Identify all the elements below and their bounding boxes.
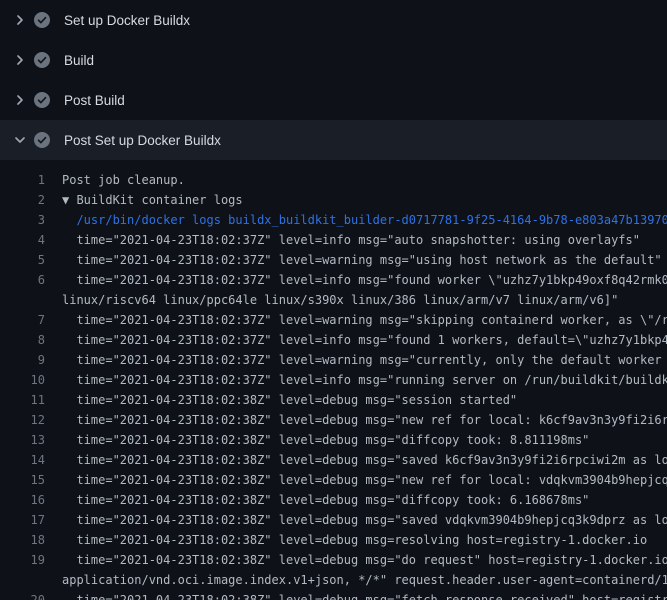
log-line-text: time="2021-04-23T18:02:38Z" level=debug … bbox=[62, 470, 667, 490]
log-line-number[interactable]: 13 bbox=[0, 430, 45, 450]
log-line-number[interactable]: 1 bbox=[0, 170, 45, 190]
log-line-text: time="2021-04-23T18:02:37Z" level=info m… bbox=[62, 230, 640, 250]
log-line-number[interactable]: 12 bbox=[0, 410, 45, 430]
log-line: 15 time="2021-04-23T18:02:38Z" level=deb… bbox=[0, 470, 667, 490]
step-title: Post Build bbox=[64, 93, 125, 108]
log-line: 19 time="2021-04-23T18:02:38Z" level=deb… bbox=[0, 550, 667, 570]
step-title: Build bbox=[64, 53, 94, 68]
check-circle-icon bbox=[34, 12, 50, 28]
log-line: 10 time="2021-04-23T18:02:37Z" level=inf… bbox=[0, 370, 667, 390]
step-section-build[interactable]: Build bbox=[0, 40, 667, 80]
check-circle-icon bbox=[34, 52, 50, 68]
log-line-number[interactable]: 4 bbox=[0, 230, 45, 250]
log-line: 3 /usr/bin/docker logs buildx_buildkit_b… bbox=[0, 210, 667, 230]
log-line: 14 time="2021-04-23T18:02:38Z" level=deb… bbox=[0, 450, 667, 470]
chevron-right-icon[interactable] bbox=[12, 52, 28, 68]
log-line-text: time="2021-04-23T18:02:38Z" level=debug … bbox=[62, 410, 667, 430]
log-line-text: linux/riscv64 linux/ppc64le linux/s390x … bbox=[62, 290, 618, 310]
log-line-text: time="2021-04-23T18:02:38Z" level=debug … bbox=[62, 390, 517, 410]
log-line: 9 time="2021-04-23T18:02:37Z" level=warn… bbox=[0, 350, 667, 370]
log-line-text: time="2021-04-23T18:02:37Z" level=info m… bbox=[62, 270, 667, 290]
chevron-right-icon[interactable] bbox=[12, 92, 28, 108]
log-line-number[interactable]: 3 bbox=[0, 210, 45, 230]
log-line-number[interactable]: 18 bbox=[0, 530, 45, 550]
log-line-number[interactable]: 6 bbox=[0, 270, 45, 290]
step-title: Post Set up Docker Buildx bbox=[64, 133, 221, 148]
log-line-text: time="2021-04-23T18:02:38Z" level=debug … bbox=[62, 450, 667, 470]
log-line-text: time="2021-04-23T18:02:37Z" level=warnin… bbox=[62, 310, 667, 330]
step-title: Set up Docker Buildx bbox=[64, 13, 190, 28]
log-line-number[interactable]: 14 bbox=[0, 450, 45, 470]
log-line-number[interactable]: 10 bbox=[0, 370, 45, 390]
log-line-number[interactable] bbox=[0, 570, 45, 590]
check-circle-icon bbox=[34, 132, 50, 148]
log-line: 1 Post job cleanup. bbox=[0, 170, 667, 190]
log-line: 6 time="2021-04-23T18:02:37Z" level=info… bbox=[0, 270, 667, 290]
log-command-text: /usr/bin/docker logs buildx_buildkit_bui… bbox=[62, 210, 667, 230]
log-line-text[interactable]: ▼ BuildKit container logs bbox=[62, 190, 243, 210]
log-line-number[interactable]: 9 bbox=[0, 350, 45, 370]
log-line-text: time="2021-04-23T18:02:37Z" level=warnin… bbox=[62, 350, 667, 370]
log-line-number[interactable]: 19 bbox=[0, 550, 45, 570]
log-line: linux/riscv64 linux/ppc64le linux/s390x … bbox=[0, 290, 667, 310]
chevron-right-icon[interactable] bbox=[12, 12, 28, 28]
log-line-text: time="2021-04-23T18:02:37Z" level=warnin… bbox=[62, 250, 662, 270]
log-line: 5 time="2021-04-23T18:02:37Z" level=warn… bbox=[0, 250, 667, 270]
chevron-down-icon[interactable] bbox=[12, 132, 28, 148]
log-line-number[interactable]: 11 bbox=[0, 390, 45, 410]
log-line: 4 time="2021-04-23T18:02:37Z" level=info… bbox=[0, 230, 667, 250]
log-line: 16 time="2021-04-23T18:02:38Z" level=deb… bbox=[0, 490, 667, 510]
log-line-number[interactable]: 20 bbox=[0, 590, 45, 600]
log-line-number[interactable]: 15 bbox=[0, 470, 45, 490]
log-line: 18 time="2021-04-23T18:02:38Z" level=deb… bbox=[0, 530, 667, 550]
log-line: 13 time="2021-04-23T18:02:38Z" level=deb… bbox=[0, 430, 667, 450]
log-line-number[interactable]: 7 bbox=[0, 310, 45, 330]
step-section-post-set-up-docker-buildx[interactable]: Post Set up Docker Buildx bbox=[0, 120, 667, 160]
log-content: 1 Post job cleanup. 2 ▼ BuildKit contain… bbox=[0, 160, 667, 600]
step-section-post-build[interactable]: Post Build bbox=[0, 80, 667, 120]
log-line-number[interactable]: 16 bbox=[0, 490, 45, 510]
log-line: 12 time="2021-04-23T18:02:38Z" level=deb… bbox=[0, 410, 667, 430]
log-line-text: time="2021-04-23T18:02:37Z" level=info m… bbox=[62, 370, 667, 390]
log-line: 7 time="2021-04-23T18:02:37Z" level=warn… bbox=[0, 310, 667, 330]
log-line: 8 time="2021-04-23T18:02:37Z" level=info… bbox=[0, 330, 667, 350]
log-line: 11 time="2021-04-23T18:02:38Z" level=deb… bbox=[0, 390, 667, 410]
log-line: 20 time="2021-04-23T18:02:38Z" level=deb… bbox=[0, 590, 667, 600]
log-line-text: time="2021-04-23T18:02:38Z" level=debug … bbox=[62, 430, 589, 450]
log-line-text: application/vnd.oci.image.index.v1+json,… bbox=[62, 570, 667, 590]
job-log-viewer: Set up Docker Buildx Build P bbox=[0, 0, 667, 600]
log-line: application/vnd.oci.image.index.v1+json,… bbox=[0, 570, 667, 590]
log-line: 17 time="2021-04-23T18:02:38Z" level=deb… bbox=[0, 510, 667, 530]
log-line-text: time="2021-04-23T18:02:38Z" level=debug … bbox=[62, 490, 589, 510]
log-line-number[interactable]: 8 bbox=[0, 330, 45, 350]
log-line-text: time="2021-04-23T18:02:38Z" level=debug … bbox=[62, 510, 667, 530]
log-line-number[interactable]: 17 bbox=[0, 510, 45, 530]
log-line-number[interactable]: 2 bbox=[0, 190, 45, 210]
log-line-text: time="2021-04-23T18:02:38Z" level=debug … bbox=[62, 590, 667, 600]
check-circle-icon bbox=[34, 92, 50, 108]
log-line-text: time="2021-04-23T18:02:38Z" level=debug … bbox=[62, 530, 647, 550]
log-line-text: time="2021-04-23T18:02:38Z" level=debug … bbox=[62, 550, 667, 570]
log-line-text: Post job cleanup. bbox=[62, 170, 185, 190]
log-line-number[interactable]: 5 bbox=[0, 250, 45, 270]
log-line: 2 ▼ BuildKit container logs bbox=[0, 190, 667, 210]
step-section-set-up-docker-buildx[interactable]: Set up Docker Buildx bbox=[0, 0, 667, 40]
log-line-number[interactable] bbox=[0, 290, 45, 310]
log-line-text: time="2021-04-23T18:02:37Z" level=info m… bbox=[62, 330, 667, 350]
